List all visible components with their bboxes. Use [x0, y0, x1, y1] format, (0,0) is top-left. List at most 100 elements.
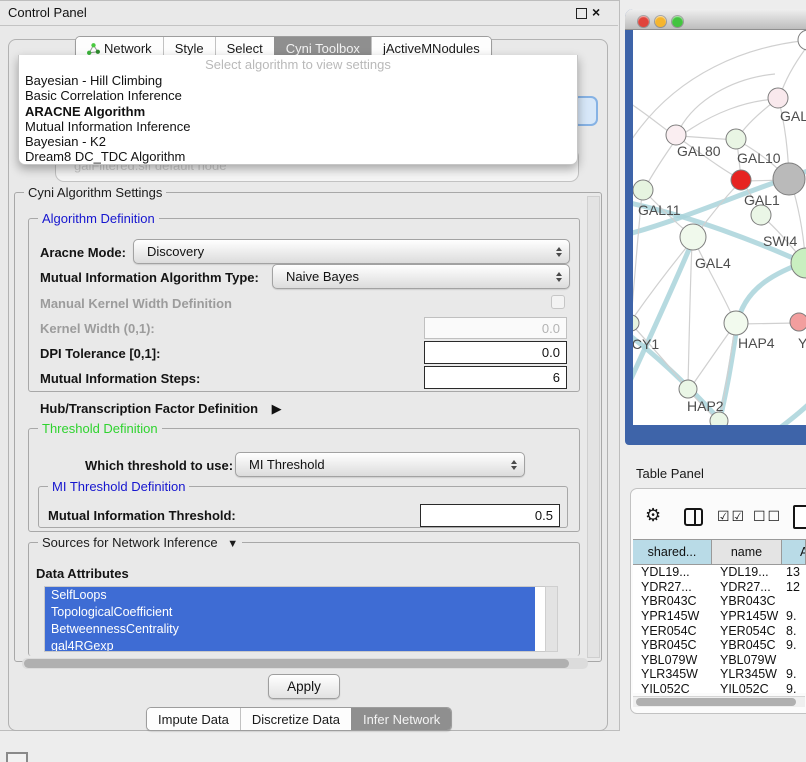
mi-threshold-label: Mutual Information Threshold:	[48, 508, 236, 523]
network-node[interactable]	[633, 315, 639, 331]
table-cell: YPR145W	[633, 609, 712, 623]
attribute-topologicalcoefficient[interactable]: TopologicalCoefficient	[45, 604, 535, 621]
bottom-tab-infer-network[interactable]: Infer Network	[351, 708, 451, 730]
table-hscrollbar-thumb[interactable]	[636, 698, 796, 706]
hub-definition-expander[interactable]: Hub/Transcription Factor Definition ▶	[40, 400, 282, 418]
column-header-name[interactable]: name	[712, 540, 782, 564]
network-node[interactable]	[680, 224, 706, 250]
attributes-scrollbar-track[interactable]	[545, 586, 558, 652]
node-label-y: Y	[798, 335, 806, 351]
select-all-checked-icon[interactable]: ☑☑	[717, 508, 746, 525]
algorithm-option-mutual-information-inference[interactable]: Mutual Information Inference	[19, 119, 577, 134]
algorithm-option-basic-correlation-inference[interactable]: Basic Correlation Inference	[19, 88, 577, 103]
table-row-ypr145w[interactable]: YPR145WYPR145W9.	[633, 609, 806, 624]
network-edge	[645, 138, 677, 188]
mi-steps-input[interactable]	[424, 366, 567, 389]
settings-hscrollbar-track[interactable]	[22, 658, 588, 669]
sources-title: Sources for Network Inference	[42, 535, 218, 550]
network-edge	[739, 100, 776, 136]
table-cell: 8.	[782, 624, 806, 638]
which-threshold-value: MI Threshold	[249, 457, 325, 472]
sources-expander[interactable]: Sources for Network Inference ▼	[38, 535, 242, 550]
table-row-ybr043c[interactable]: YBR043CYBR043C	[633, 594, 806, 609]
aracne-mode-combo[interactable]: Discovery	[133, 239, 570, 264]
manual-kernel-width-label: Manual Kernel Width Definition	[40, 296, 232, 311]
float-window-icon[interactable]	[576, 8, 587, 19]
algorithm-option-dream8-dc-tdc-algorithm[interactable]: Dream8 DC_TDC Algorithm	[19, 149, 577, 164]
settings-scrollbar-track[interactable]	[587, 196, 600, 658]
node-label-hap2: HAP2	[687, 398, 724, 414]
table-cell: YBL079W	[712, 653, 782, 667]
kernel-width-input[interactable]	[424, 317, 567, 339]
select-none-unchecked-icon[interactable]: ☐☐	[753, 508, 782, 525]
minimize-traffic-light-icon[interactable]	[655, 16, 666, 27]
network-node[interactable]	[633, 180, 653, 200]
network-node[interactable]	[790, 313, 806, 331]
table-cell: YBL079W	[633, 653, 712, 667]
table-row-ydr27[interactable]: YDR27...YDR27...12	[633, 580, 806, 595]
node-label-gal10: GAL10	[737, 150, 781, 166]
apply-button[interactable]: Apply	[268, 674, 340, 699]
tab-label-network: Network	[104, 41, 152, 56]
gear-icon[interactable]: ⚙	[645, 505, 661, 526]
network-node[interactable]	[773, 163, 805, 195]
aracne-mode-value: Discovery	[147, 244, 204, 259]
table-cell: YER054C	[712, 624, 782, 638]
network-canvas[interactable]: GALGAL80GAL10GAL1GAL11SWI4GAL4GCY1HAP4YH…	[633, 30, 806, 425]
column-browser-icon[interactable]	[684, 508, 703, 526]
combo-stepper-icon	[511, 460, 517, 470]
algorithm-option-bayesian-hill-climbing[interactable]: Bayesian - Hill Climbing	[19, 73, 577, 88]
close-traffic-light-icon[interactable]	[638, 16, 649, 27]
combo-stepper-icon	[556, 272, 562, 282]
column-header-a[interactable]: A	[782, 540, 806, 564]
table-row-ybl079w[interactable]: YBL079WYBL079W	[633, 653, 806, 668]
manual-kernel-width-checkbox[interactable]	[551, 295, 565, 309]
network-node[interactable]	[726, 129, 746, 149]
bottom-tab-impute-data[interactable]: Impute Data	[147, 708, 240, 730]
network-node[interactable]	[751, 205, 771, 225]
export-table-icon[interactable]	[793, 505, 806, 529]
table-row-ydl19[interactable]: YDL19...YDL19...13	[633, 565, 806, 580]
settings-hscrollbar-thumb[interactable]	[24, 659, 569, 668]
network-node[interactable]	[768, 88, 788, 108]
bottom-tab-discretize-data[interactable]: Discretize Data	[240, 708, 351, 730]
network-edge	[761, 400, 806, 425]
mi-algorithm-type-combo[interactable]: Naive Bayes	[272, 264, 570, 289]
algorithm-option-aracne-algorithm[interactable]: ARACNE Algorithm	[19, 104, 577, 119]
network-window-titlebar[interactable]	[625, 9, 806, 30]
dpi-tolerance-input[interactable]	[424, 341, 567, 364]
network-node[interactable]	[724, 311, 748, 335]
mi-threshold-input[interactable]	[420, 504, 560, 527]
table-row-ylr345w[interactable]: YLR345WYLR345W9.	[633, 667, 806, 682]
algorithm-option-bayesian-k2[interactable]: Bayesian - K2	[19, 134, 577, 149]
attribute-betweennesscentrality[interactable]: BetweennessCentrality	[45, 621, 535, 638]
tab-label-select: Select	[227, 41, 263, 56]
network-node[interactable]	[798, 30, 806, 50]
table-row-yil052c[interactable]: YIL052CYIL052C9.	[633, 682, 806, 693]
table-panel-title: Table Panel	[636, 466, 704, 481]
network-node[interactable]	[791, 248, 806, 278]
attribute-gal4rgexp[interactable]: gal4RGexp	[45, 638, 535, 652]
attribute-selfloops[interactable]: SelfLoops	[45, 587, 535, 604]
expand-right-arrow-icon: ▶	[272, 401, 282, 416]
table-row-ybr045c[interactable]: YBR045CYBR045C9.	[633, 638, 806, 653]
zoom-traffic-light-icon[interactable]	[672, 16, 683, 27]
table-body: YDL19...YDL19...13YDR27...YDR27...12YBR0…	[633, 565, 806, 693]
node-label-gal80: GAL80	[677, 143, 721, 159]
network-node[interactable]	[679, 380, 697, 398]
table-cell: YLR345W	[633, 667, 712, 681]
which-threshold-combo[interactable]: MI Threshold	[235, 452, 525, 477]
close-icon[interactable]: ×	[592, 4, 600, 20]
table-cell: 9.	[782, 609, 806, 623]
network-node[interactable]	[731, 170, 751, 190]
table-row-yer054c[interactable]: YER054CYER054C8.	[633, 623, 806, 638]
bottom-tabs: Impute DataDiscretize DataInfer Network	[146, 707, 452, 731]
collapsed-panel-icon[interactable]	[6, 752, 28, 762]
column-header-shared[interactable]: shared...	[633, 540, 712, 564]
table-hscrollbar-track[interactable]	[633, 696, 805, 707]
network-edge	[695, 242, 734, 320]
aracne-mode-label: Aracne Mode:	[40, 245, 126, 260]
network-node[interactable]	[666, 125, 686, 145]
table-cell: YIL052C	[633, 682, 712, 693]
network-edge	[780, 48, 806, 96]
